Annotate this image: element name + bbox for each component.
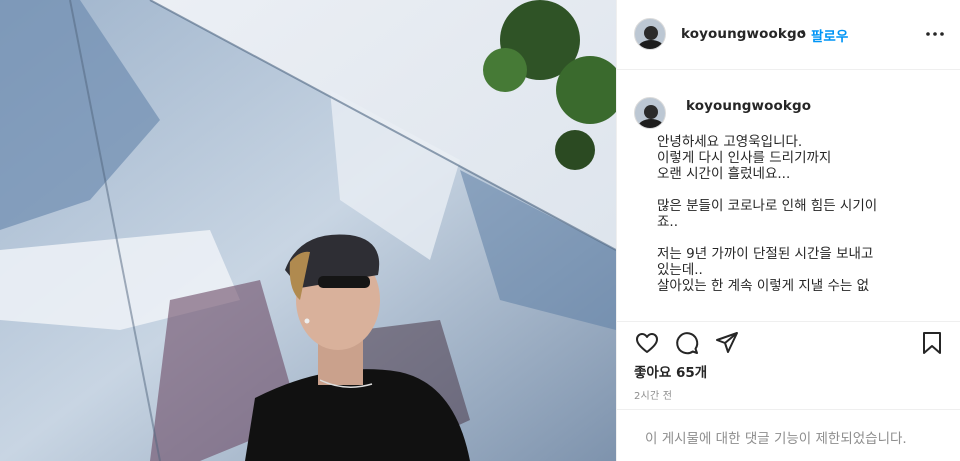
caption-avatar[interactable] <box>634 97 666 129</box>
bookmark-icon[interactable] <box>919 330 945 356</box>
caption-text: 안녕하세요 고영욱입니다. 이렇게 다시 인사를 드리기까지 오랜 시간이 흘렀… <box>657 134 878 294</box>
comments-disabled-notice: 이 게시물에 대한 댓글 기능이 제한되었습니다. <box>617 409 960 461</box>
comments-disabled-text: 이 게시물에 대한 댓글 기능이 제한되었습니다. <box>645 431 907 447</box>
caption-area: koyoungwookgo 안녕하세요 고영욱입니다. 이렇게 다시 인사를 드… <box>617 71 960 321</box>
comment-icon[interactable] <box>674 330 700 356</box>
more-horizontal-icon[interactable] <box>923 24 947 44</box>
post-side-panel: koyoungwookgo • 팔로우 koyoungwookgo 안녕하세요 … <box>616 0 960 461</box>
post-header: koyoungwookgo • 팔로우 <box>617 0 960 70</box>
author-avatar[interactable] <box>634 18 666 50</box>
author-username[interactable]: koyoungwookgo <box>681 26 806 42</box>
action-bar <box>617 321 960 361</box>
like-count[interactable]: 좋아요 65개 <box>634 361 707 381</box>
share-icon[interactable] <box>714 330 740 356</box>
post-photo[interactable] <box>0 0 616 461</box>
photo-canvas <box>0 0 616 461</box>
separator-dot: • <box>799 26 807 41</box>
post-timestamp[interactable]: 2시간 전 <box>634 387 672 402</box>
caption-username[interactable]: koyoungwookgo <box>686 98 811 114</box>
heart-icon[interactable] <box>634 330 660 356</box>
follow-button[interactable]: 팔로우 <box>811 25 848 45</box>
